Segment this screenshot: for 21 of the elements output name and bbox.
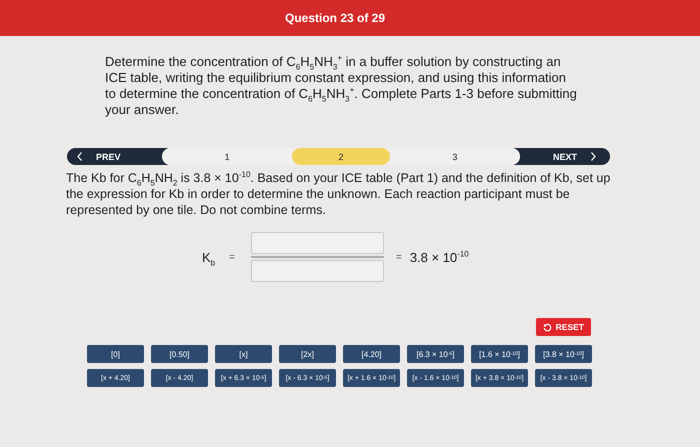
answer-tile[interactable]: [4.20] bbox=[343, 345, 400, 363]
numerator-drop-box[interactable] bbox=[250, 232, 384, 254]
reset-button[interactable]: RESET bbox=[536, 318, 591, 336]
kb-value: 3.8 × 10$^{-10}$ bbox=[410, 250, 469, 264]
question-prompt: Determine the concentration of C$_{6}$H$_{5}$NH$_{3}$$^{+}$ in a buffer solution by constructing an ICE table, writing the equilibrium constant expression, and using this information to determine the concentration of C$_{6}$H$_{5}$NH$_{3}$$^{+}$. Complete Parts 1-3 before submitting your answer. bbox=[105, 54, 578, 118]
next-button[interactable]: NEXT bbox=[520, 148, 610, 165]
reset-icon bbox=[542, 322, 552, 332]
equals-sign: = bbox=[229, 252, 235, 262]
instructions-text: The Kb for C$_{6}$H$_{5}$NH$_{2}$ is 3.8 × 10$^{-10}$. Based on your ICE table (Part 1) and the definition of Kb, set up the expression for Kb in order to determine the unknown. Each reaction participant must be represented by one tile. Do not combine terms. bbox=[66, 170, 612, 218]
chevron-left-icon bbox=[77, 152, 82, 161]
step-tab[interactable]: 2 bbox=[292, 148, 390, 165]
question-counter: Question 23 of 29 bbox=[284, 11, 386, 25]
chevron-right-icon bbox=[591, 152, 596, 161]
equals-sign: = bbox=[396, 252, 402, 262]
answer-tile[interactable]: [x] bbox=[215, 345, 272, 363]
denominator-drop-box[interactable] bbox=[250, 260, 384, 282]
answer-tile[interactable]: [2x] bbox=[279, 345, 336, 363]
answer-tile[interactable]: [0] bbox=[87, 345, 144, 363]
prev-button[interactable]: PREV bbox=[67, 148, 162, 165]
answer-tile[interactable]: [0.50] bbox=[151, 345, 208, 363]
kb-symbol: K$_{b}$ bbox=[202, 250, 216, 264]
